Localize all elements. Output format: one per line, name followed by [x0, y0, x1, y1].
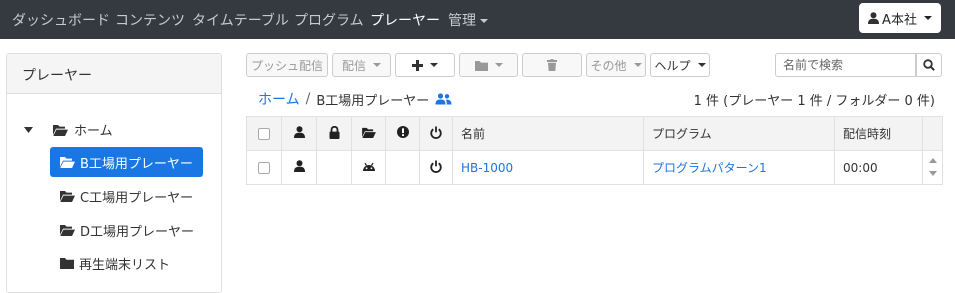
- tree-root-label: ホーム: [74, 124, 113, 139]
- folder-open-icon: [53, 124, 68, 136]
- deliver-button[interactable]: 配信: [332, 53, 391, 77]
- scroll-up-arrow-icon[interactable]: [929, 158, 937, 163]
- user-label: A本社: [882, 12, 917, 28]
- chevron-down-icon: [494, 63, 503, 67]
- other-button[interactable]: その他: [586, 53, 646, 77]
- program-link[interactable]: プログラムパターン1: [652, 161, 767, 175]
- power-icon: [430, 126, 442, 139]
- add-button[interactable]: [395, 53, 455, 77]
- android-icon: [362, 162, 376, 172]
- other-label: その他: [590, 58, 627, 73]
- nav-admin-label: 管理: [448, 13, 476, 29]
- header-name[interactable]: 名前: [452, 116, 644, 151]
- sidebar-item-label: 再生端末リスト: [79, 257, 171, 273]
- chevron-down-icon: [697, 63, 706, 67]
- help-button[interactable]: ヘルプ: [650, 53, 710, 77]
- panel-title: プレーヤー: [7, 54, 221, 94]
- folder-open-icon: [60, 224, 75, 236]
- nav-contents[interactable]: コンテンツ: [115, 10, 185, 30]
- power-icon: [430, 160, 442, 173]
- help-label: ヘルプ: [654, 58, 691, 73]
- row-os-cell: [351, 150, 386, 185]
- nav-player[interactable]: プレーヤー: [370, 10, 440, 30]
- player-name-link[interactable]: HB-1000: [461, 161, 513, 175]
- caret-down-icon: [24, 126, 33, 133]
- chevron-down-icon: [373, 63, 381, 67]
- plus-icon: [412, 59, 423, 71]
- table-scrollbar[interactable]: [925, 150, 941, 184]
- row-program-cell: プログラムパターン1: [643, 150, 835, 185]
- header-select-cell: [246, 116, 282, 151]
- folder-icon: [60, 257, 74, 269]
- breadcrumb-home[interactable]: ホーム: [258, 89, 300, 109]
- row-checkbox[interactable]: [258, 162, 270, 174]
- folder-button[interactable]: [459, 53, 518, 77]
- nav-dashboard[interactable]: ダッシュボード: [12, 10, 110, 30]
- table-header-row: 名前 プログラム 配信時刻: [246, 116, 943, 151]
- sidebar-item-device-list[interactable]: 再生端末リスト: [50, 248, 180, 278]
- result-count: 1 件 (プレーヤー 1 件 / フォルダー 0 件): [693, 94, 935, 109]
- user-icon: [868, 12, 880, 24]
- player-table: 名前 プログラム 配信時刻 HB-1000 プログラムパターン1 00:00: [246, 116, 943, 185]
- push-delivery-button[interactable]: プッシュ配信: [246, 53, 328, 77]
- row-user-cell: [281, 150, 317, 185]
- header-lock-cell: [316, 116, 352, 151]
- sidebar-item-label: B工場用プレーヤー: [80, 156, 193, 172]
- top-navbar: ダッシュボード コンテンツ タイムテーブル プログラム プレーヤー 管理 A本社: [0, 0, 955, 39]
- row-lock-cell: [316, 150, 352, 185]
- scroll-down-arrow-icon[interactable]: [929, 171, 937, 176]
- sidebar-item-label: C工場用プレーヤー: [80, 190, 194, 206]
- chevron-down-icon: [633, 63, 642, 67]
- row-power-cell: [419, 150, 453, 185]
- row-alert-cell: [385, 150, 420, 185]
- header-alert-cell: [385, 116, 420, 151]
- user-icon: [293, 126, 305, 138]
- search-button[interactable]: [916, 53, 942, 77]
- folder-open-icon: [60, 156, 75, 168]
- user-menu-button[interactable]: A本社: [859, 3, 941, 33]
- nav-timetable[interactable]: タイムテーブル: [192, 10, 289, 30]
- select-all-checkbox[interactable]: [258, 128, 270, 140]
- table-row[interactable]: HB-1000 プログラムパターン1 00:00: [246, 150, 943, 185]
- nav-program[interactable]: プログラム: [294, 10, 364, 30]
- chevron-down-icon: [923, 16, 932, 20]
- chevron-down-icon: [430, 63, 438, 67]
- search-input[interactable]: [775, 53, 916, 77]
- push-delivery-label: プッシュ配信: [250, 58, 323, 73]
- exclamation-circle-icon: [396, 126, 409, 138]
- lock-icon: [329, 125, 340, 139]
- nav-admin-menu[interactable]: 管理: [448, 10, 488, 30]
- deliver-label: 配信: [341, 58, 366, 73]
- folder-open-icon: [60, 190, 75, 202]
- trash-icon: [547, 59, 557, 71]
- folder-open-icon: [361, 127, 376, 138]
- header-program[interactable]: プログラム: [643, 116, 835, 151]
- sidebar-item-d-factory[interactable]: D工場用プレーヤー: [50, 215, 204, 245]
- breadcrumb-current: B工場用プレーヤー: [316, 93, 430, 109]
- row-name-cell: HB-1000: [452, 150, 644, 185]
- sidebar-item-b-factory[interactable]: B工場用プレーヤー: [50, 147, 203, 177]
- header-power-cell: [419, 116, 453, 151]
- header-user-cell: [281, 116, 317, 151]
- breadcrumb: ホーム / B工場用プレーヤー: [258, 89, 452, 109]
- header-spacer: [922, 116, 943, 151]
- users-icon[interactable]: [435, 93, 452, 105]
- sidebar-item-c-factory[interactable]: C工場用プレーヤー: [50, 181, 203, 211]
- sidebar-item-label: D工場用プレーヤー: [80, 224, 195, 240]
- row-time-cell: 00:00: [834, 150, 923, 185]
- folder-icon: [474, 60, 488, 71]
- search-icon: [923, 59, 935, 71]
- header-time[interactable]: 配信時刻: [834, 116, 923, 151]
- header-folder-cell: [351, 116, 386, 151]
- row-select-cell: [246, 150, 282, 185]
- chevron-down-icon: [480, 19, 488, 23]
- user-icon: [293, 160, 305, 172]
- delete-button[interactable]: [522, 53, 582, 77]
- breadcrumb-separator: /: [305, 91, 311, 107]
- tree-root-home[interactable]: ホーム: [24, 120, 113, 139]
